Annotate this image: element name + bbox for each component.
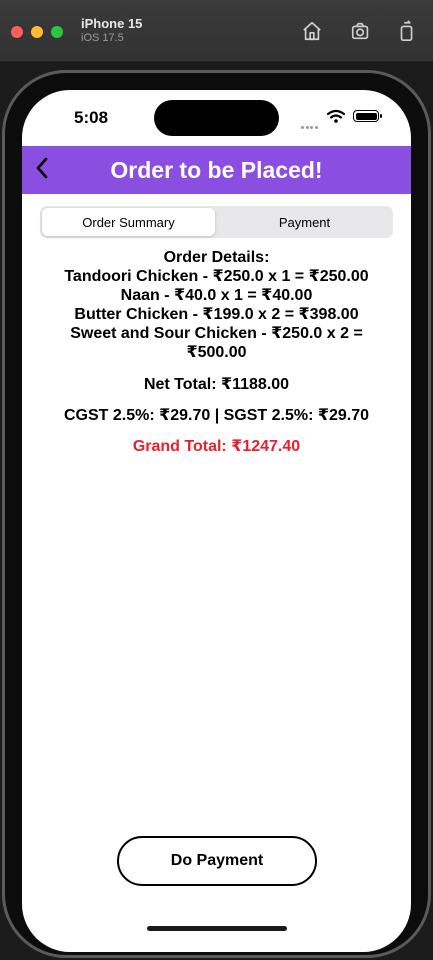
do-payment-button[interactable]: Do Payment: [117, 836, 317, 886]
grand-total: Grand Total: ₹1247.40: [132, 438, 301, 455]
order-item: Butter Chicken - ₹199.0 x 2 = ₹398.00: [74, 306, 359, 323]
navigation-header: Order to be Placed!: [22, 146, 411, 194]
os-version: iOS 17.5: [81, 32, 124, 44]
order-summary: Order Details: Tandoori Chicken - ₹250.0…: [22, 248, 411, 456]
app-screen: 5:08 Order to be Placed! Order Summary P…: [22, 90, 411, 952]
tax-breakdown: CGST 2.5%: ₹29.70 | SGST 2.5%: ₹29.70: [63, 407, 370, 424]
close-window-button[interactable]: [11, 26, 23, 38]
screenshot-icon[interactable]: [349, 19, 373, 43]
order-details-heading: Order Details:: [163, 249, 270, 266]
home-icon[interactable]: [300, 19, 324, 43]
signal-icon: [301, 116, 321, 129]
minimize-window-button[interactable]: [31, 26, 43, 38]
dynamic-island: [154, 100, 279, 136]
device-name: iPhone 15: [81, 16, 143, 31]
order-item: Naan - ₹40.0 x 1 = ₹40.00: [120, 287, 313, 304]
tab-bar: Order Summary Payment: [40, 206, 393, 238]
tab-payment[interactable]: Payment: [218, 208, 391, 236]
rotate-icon[interactable]: [395, 19, 419, 43]
wifi-icon: [327, 109, 345, 123]
order-item: Sweet and Sour Chicken - ₹250.0 x 2 = ₹5…: [70, 325, 363, 361]
order-item: Tandoori Chicken - ₹250.0 x 1 = ₹250.00: [64, 268, 369, 285]
tab-order-summary[interactable]: Order Summary: [42, 208, 215, 236]
status-time: 5:08: [74, 108, 109, 127]
net-total: Net Total: ₹1188.00: [143, 376, 290, 393]
zoom-window-button[interactable]: [51, 26, 63, 38]
simulator-titlebar: iPhone 15 iOS 17.5: [0, 0, 433, 62]
page-title: Order to be Placed!: [110, 157, 323, 183]
home-indicator[interactable]: [147, 926, 287, 931]
battery-icon: [353, 110, 382, 122]
